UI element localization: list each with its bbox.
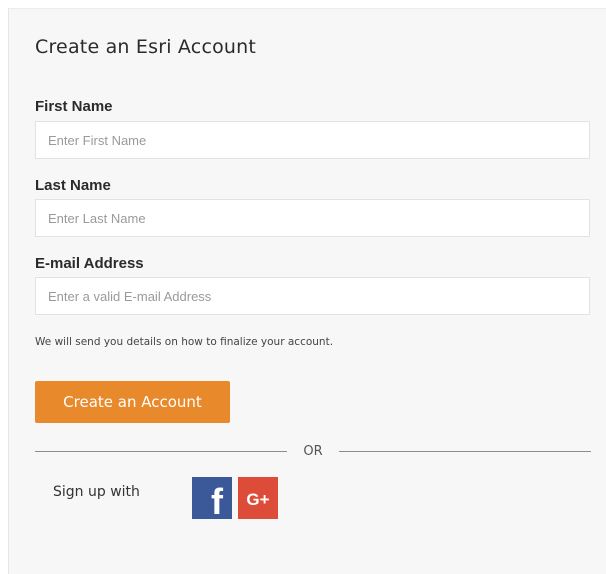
email-input[interactable] — [35, 277, 590, 315]
email-label: E-mail Address — [35, 255, 144, 272]
facebook-signup-button[interactable]: f — [192, 477, 232, 519]
create-account-button[interactable]: Create an Account — [35, 381, 230, 423]
divider-line-right — [339, 451, 591, 452]
last-name-input[interactable] — [35, 199, 590, 237]
facebook-icon: f — [211, 481, 224, 519]
google-plus-signup-button[interactable]: G+ — [238, 477, 278, 519]
facebook-glyph: f — [211, 481, 224, 519]
google-plus-icon: G+ — [246, 490, 269, 509]
form-title: Create an Esri Account — [35, 36, 257, 58]
sign-up-with-label: Sign up with — [53, 484, 140, 500]
last-name-label: Last Name — [35, 177, 111, 194]
first-name-label: First Name — [35, 98, 113, 115]
helper-text: We will send you details on how to final… — [35, 336, 334, 348]
divider-line-left — [35, 451, 287, 452]
or-divider-label: OR — [303, 444, 323, 459]
first-name-input[interactable] — [35, 121, 590, 159]
google-plus-glyph: G+ — [246, 490, 269, 509]
